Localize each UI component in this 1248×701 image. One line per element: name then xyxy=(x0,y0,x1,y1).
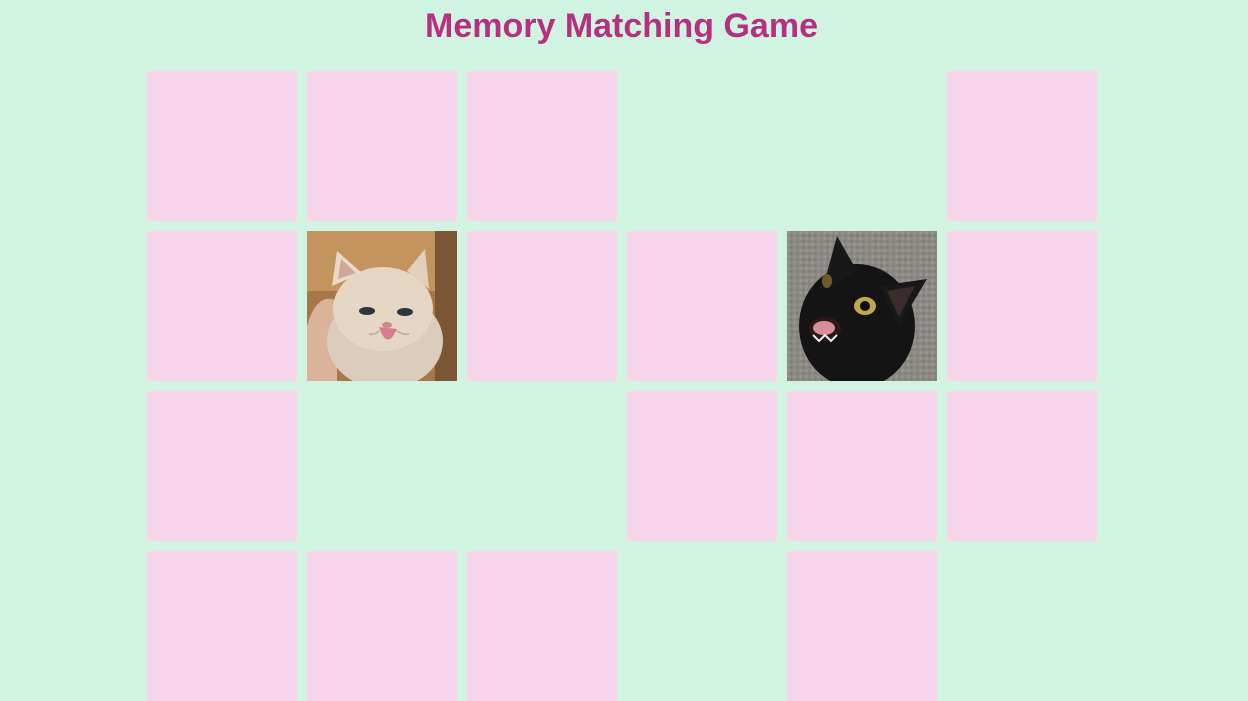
memory-card[interactable] xyxy=(307,231,457,381)
memory-card[interactable] xyxy=(947,71,1097,221)
empty-card-slot xyxy=(467,391,617,541)
memory-card[interactable] xyxy=(787,551,937,701)
memory-card[interactable] xyxy=(147,551,297,701)
cream-persian-kitten-image xyxy=(307,231,457,381)
memory-card[interactable] xyxy=(627,391,777,541)
memory-card[interactable] xyxy=(787,391,937,541)
memory-card[interactable] xyxy=(627,231,777,381)
empty-card-slot xyxy=(787,71,937,221)
memory-card[interactable] xyxy=(467,551,617,701)
memory-card[interactable] xyxy=(147,391,297,541)
memory-card[interactable] xyxy=(947,391,1097,541)
black-cat-image xyxy=(787,231,937,381)
empty-card-slot xyxy=(947,551,1097,701)
memory-card[interactable] xyxy=(467,71,617,221)
memory-card[interactable] xyxy=(147,231,297,381)
memory-card[interactable] xyxy=(467,231,617,381)
card-grid xyxy=(147,71,1097,701)
memory-card[interactable] xyxy=(147,71,297,221)
memory-card[interactable] xyxy=(947,231,1097,381)
memory-card[interactable] xyxy=(307,71,457,221)
empty-card-slot xyxy=(627,71,777,221)
memory-card[interactable] xyxy=(787,231,937,381)
empty-card-slot xyxy=(307,391,457,541)
page-title: Memory Matching Game xyxy=(425,7,818,45)
memory-card[interactable] xyxy=(307,551,457,701)
empty-card-slot xyxy=(627,551,777,701)
